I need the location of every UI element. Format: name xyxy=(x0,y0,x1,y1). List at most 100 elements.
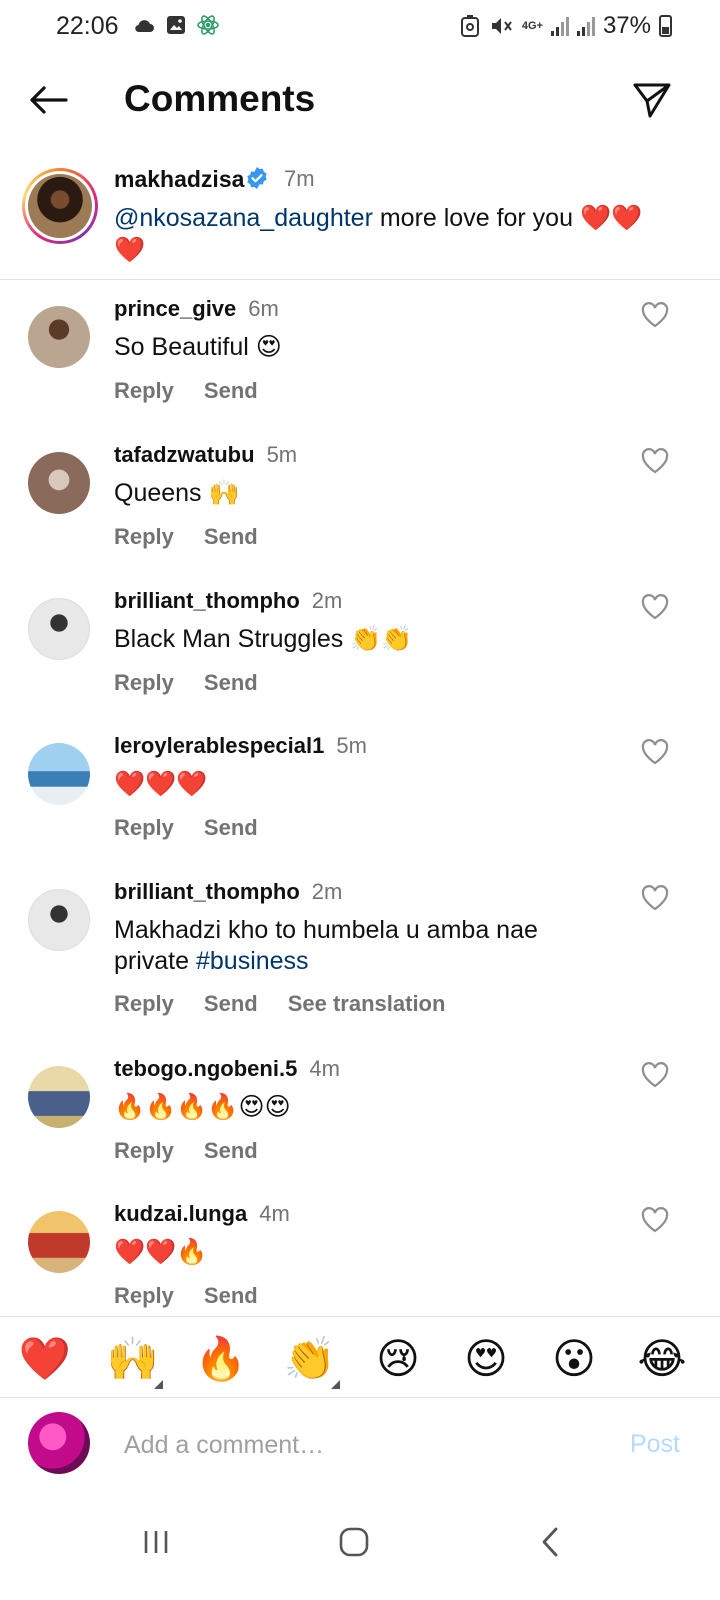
reaction-raised-hands[interactable]: 🙌 xyxy=(105,1331,163,1389)
caption-time: 7m xyxy=(284,166,315,191)
comment-username[interactable]: tebogo.ngobeni.5 4m xyxy=(114,1056,340,1082)
reply-button[interactable]: Reply xyxy=(114,1283,174,1309)
avatar[interactable] xyxy=(22,168,98,244)
signal-icon xyxy=(576,16,595,36)
mention-link[interactable]: @nkosazana_daughter xyxy=(114,204,373,232)
comment-username[interactable]: prince_give 6m xyxy=(114,296,279,322)
cloud-icon xyxy=(132,13,156,37)
send-button[interactable]: Send xyxy=(204,524,258,550)
header: Comments xyxy=(0,60,720,140)
reply-button[interactable]: Reply xyxy=(114,378,174,404)
mute-icon xyxy=(490,14,514,38)
recents-button[interactable] xyxy=(126,1512,186,1572)
recents-icon xyxy=(144,1531,168,1553)
comment-text: ❤️❤️🔥 xyxy=(114,1238,208,1266)
battery-percent: 37% xyxy=(602,12,651,39)
arrow-left-icon xyxy=(30,86,68,114)
comment-username[interactable]: tafadzwatubu 5m xyxy=(114,442,297,468)
hashtag-link[interactable]: #business xyxy=(196,947,309,975)
signal-icon xyxy=(550,16,569,36)
heart-outline-icon xyxy=(641,594,669,620)
avatar[interactable] xyxy=(28,598,90,660)
send-button[interactable]: Send xyxy=(204,815,258,841)
comment-text: ❤️❤️❤️ xyxy=(114,770,208,798)
data-saver-icon xyxy=(458,14,482,38)
caption-text: @nkosazana_daughter more love for you ❤️… xyxy=(114,202,654,266)
like-button[interactable] xyxy=(640,883,670,913)
heart-outline-icon xyxy=(641,1062,669,1088)
avatar[interactable] xyxy=(28,1211,90,1273)
reply-button[interactable]: Reply xyxy=(114,524,174,550)
comment-text: So Beautiful 😍 xyxy=(114,333,282,361)
see-translation-button[interactable]: See translation xyxy=(288,991,446,1017)
reaction-crying[interactable]: 😢 xyxy=(370,1331,426,1387)
status-system-icons: 4G+ 37% xyxy=(458,12,672,40)
back-button[interactable] xyxy=(26,78,70,122)
reaction-laughing[interactable]: 😂 xyxy=(634,1331,690,1387)
reaction-heart-eyes[interactable]: 😍 xyxy=(458,1331,514,1387)
comment-time: 2m xyxy=(311,879,343,904)
status-time: 22:06 xyxy=(56,12,119,40)
like-button[interactable] xyxy=(640,300,670,330)
comment-composer: Post xyxy=(0,1400,720,1490)
page-title: Comments xyxy=(124,78,316,119)
send-button[interactable]: Send xyxy=(204,1138,258,1164)
comment-time: 2m xyxy=(311,588,343,613)
status-bar: 22:06 4G+ 37% xyxy=(0,0,720,52)
reaction-fire[interactable]: 🔥 xyxy=(193,1331,249,1387)
paper-plane-icon xyxy=(633,83,671,118)
reaction-clap[interactable]: 👏 xyxy=(282,1331,340,1389)
post-caption: makhadzisa 7m @nkosazana_daughter more l… xyxy=(0,158,720,280)
avatar[interactable] xyxy=(28,306,90,368)
comment-username[interactable]: brilliant_thompho 2m xyxy=(114,588,342,614)
skin-tone-indicator-icon xyxy=(331,1380,340,1389)
system-nav-bar xyxy=(0,1490,720,1600)
heart-outline-icon xyxy=(641,1207,669,1233)
avatar[interactable] xyxy=(28,889,90,951)
share-button[interactable] xyxy=(630,78,674,122)
comment-username[interactable]: kudzai.lunga 4m xyxy=(114,1201,290,1227)
home-icon xyxy=(339,1527,369,1557)
network-4g-icon: 4G+ xyxy=(521,19,543,32)
heart-outline-icon xyxy=(641,448,669,474)
avatar[interactable] xyxy=(28,743,90,805)
reply-button[interactable]: Reply xyxy=(114,991,174,1017)
send-button[interactable]: Send xyxy=(204,1283,258,1309)
verified-badge-icon xyxy=(247,167,267,189)
image-icon xyxy=(164,13,188,37)
comment-input[interactable] xyxy=(124,1428,594,1462)
comment-text: Queens 🙌 xyxy=(114,479,240,507)
heart-outline-icon xyxy=(641,885,669,911)
nav-back-button[interactable] xyxy=(520,1512,580,1572)
like-button[interactable] xyxy=(640,1205,670,1235)
comment-time: 5m xyxy=(266,442,298,467)
comment-username[interactable]: leroylerablespecial1 5m xyxy=(114,733,367,759)
post-button[interactable]: Post xyxy=(630,1430,680,1459)
heart-outline-icon xyxy=(641,739,669,765)
reaction-heart[interactable]: ❤️ xyxy=(17,1331,73,1387)
avatar-image xyxy=(28,174,92,238)
comment-time: 4m xyxy=(259,1201,290,1226)
comment-time: 6m xyxy=(248,296,279,321)
send-button[interactable]: Send xyxy=(204,991,258,1017)
reply-button[interactable]: Reply xyxy=(114,815,174,841)
avatar[interactable] xyxy=(28,452,90,514)
like-button[interactable] xyxy=(640,446,670,476)
caption-username[interactable]: makhadzisa xyxy=(114,166,244,193)
avatar[interactable] xyxy=(28,1066,90,1128)
reply-button[interactable]: Reply xyxy=(114,670,174,696)
like-button[interactable] xyxy=(640,592,670,622)
comment-text: Makhadzi kho to humbela u amba nae priva… xyxy=(114,916,538,975)
reaction-surprised[interactable]: 😮 xyxy=(546,1331,602,1387)
send-button[interactable]: Send xyxy=(204,670,258,696)
send-button[interactable]: Send xyxy=(204,378,258,404)
like-button[interactable] xyxy=(640,737,670,767)
like-button[interactable] xyxy=(640,1060,670,1090)
comment-time: 4m xyxy=(309,1056,340,1081)
quick-reaction-bar: ❤️ 🙌 🔥 👏 😢 😍 😮 😂 xyxy=(0,1316,720,1398)
home-button[interactable] xyxy=(324,1512,384,1572)
comment-username[interactable]: brilliant_thompho 2m xyxy=(114,879,342,905)
heart-outline-icon xyxy=(641,302,669,328)
reply-button[interactable]: Reply xyxy=(114,1138,174,1164)
battery-icon xyxy=(659,15,672,37)
